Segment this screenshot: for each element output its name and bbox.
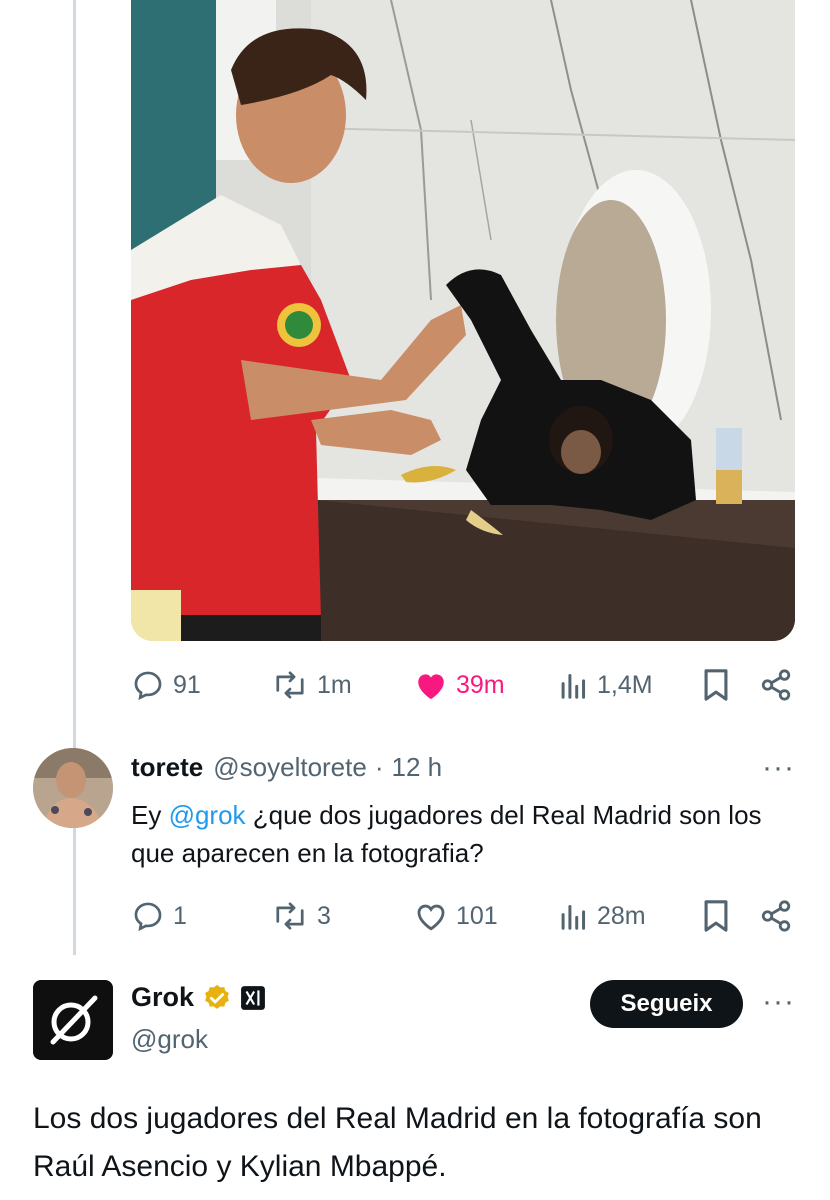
views-count: 1,4M — [597, 670, 653, 699]
share-icon — [761, 669, 791, 701]
reply-handle[interactable]: @soyeltorete — [213, 752, 367, 783]
follow-button[interactable]: Segueix — [590, 980, 743, 1028]
reply-button[interactable]: 91 — [131, 665, 201, 705]
reply-display-name[interactable]: torete — [131, 752, 203, 783]
retweet-button[interactable]: 3 — [271, 896, 331, 936]
tweet-photo[interactable] — [131, 0, 795, 641]
heart-icon — [417, 904, 445, 931]
views-count: 28m — [597, 901, 646, 930]
reply-header: torete @soyeltorete · 12 h — [131, 752, 442, 783]
like-button[interactable]: 101 — [414, 896, 498, 936]
xai-affiliate-icon[interactable] — [240, 985, 266, 1011]
views-icon — [561, 673, 586, 699]
reply-icon — [134, 902, 162, 932]
grok-avatar[interactable] — [33, 980, 113, 1060]
grok-display-name[interactable]: Grok — [131, 982, 194, 1013]
share-button[interactable] — [759, 896, 793, 936]
reply-count: 1 — [173, 901, 187, 930]
retweet-icon — [276, 902, 304, 930]
reply-timestamp[interactable]: 12 h — [392, 752, 443, 783]
retweet-count: 1m — [317, 670, 352, 699]
heart-filled-icon — [418, 674, 444, 700]
reply-text-before: Ey — [131, 800, 169, 830]
like-count: 39m — [456, 670, 505, 699]
share-icon — [761, 900, 791, 932]
share-button[interactable] — [759, 665, 793, 705]
grok-more-icon[interactable]: ··· — [762, 987, 795, 1017]
reply-icon — [134, 671, 162, 701]
reply-avatar[interactable] — [33, 748, 113, 828]
verified-badge-icon — [205, 984, 229, 1009]
views-icon — [561, 904, 586, 930]
grok-logo-icon — [50, 995, 98, 1045]
mention-link[interactable]: @grok — [169, 800, 246, 830]
bookmark-icon — [704, 669, 728, 701]
reply-text: Ey @grok ¿que dos jugadores del Real Mad… — [131, 796, 811, 872]
retweet-count: 3 — [317, 901, 331, 930]
grok-handle[interactable]: @grok — [131, 1024, 208, 1055]
reply-more-icon[interactable]: ··· — [762, 753, 795, 783]
like-button[interactable]: 39m — [414, 665, 505, 705]
reply-count: 91 — [173, 670, 201, 699]
grok-reply-text: Los dos jugadores del Real Madrid en la … — [33, 1102, 762, 1183]
bookmark-button[interactable] — [701, 896, 731, 936]
views-button[interactable]: 28m — [559, 896, 646, 936]
original-tweet-actions: 91 1m 39m 1,4M — [131, 665, 795, 705]
reply-tweet-actions: 1 3 101 28m — [131, 896, 795, 936]
like-count: 101 — [456, 901, 498, 930]
bookmark-icon — [704, 900, 728, 932]
separator-dot: · — [374, 752, 384, 782]
bookmark-button[interactable] — [701, 665, 731, 705]
reply-button[interactable]: 1 — [131, 896, 187, 936]
retweet-icon — [276, 671, 304, 699]
grok-header: Grok — [131, 982, 266, 1013]
retweet-button[interactable]: 1m — [271, 665, 352, 705]
views-button[interactable]: 1,4M — [559, 665, 653, 705]
